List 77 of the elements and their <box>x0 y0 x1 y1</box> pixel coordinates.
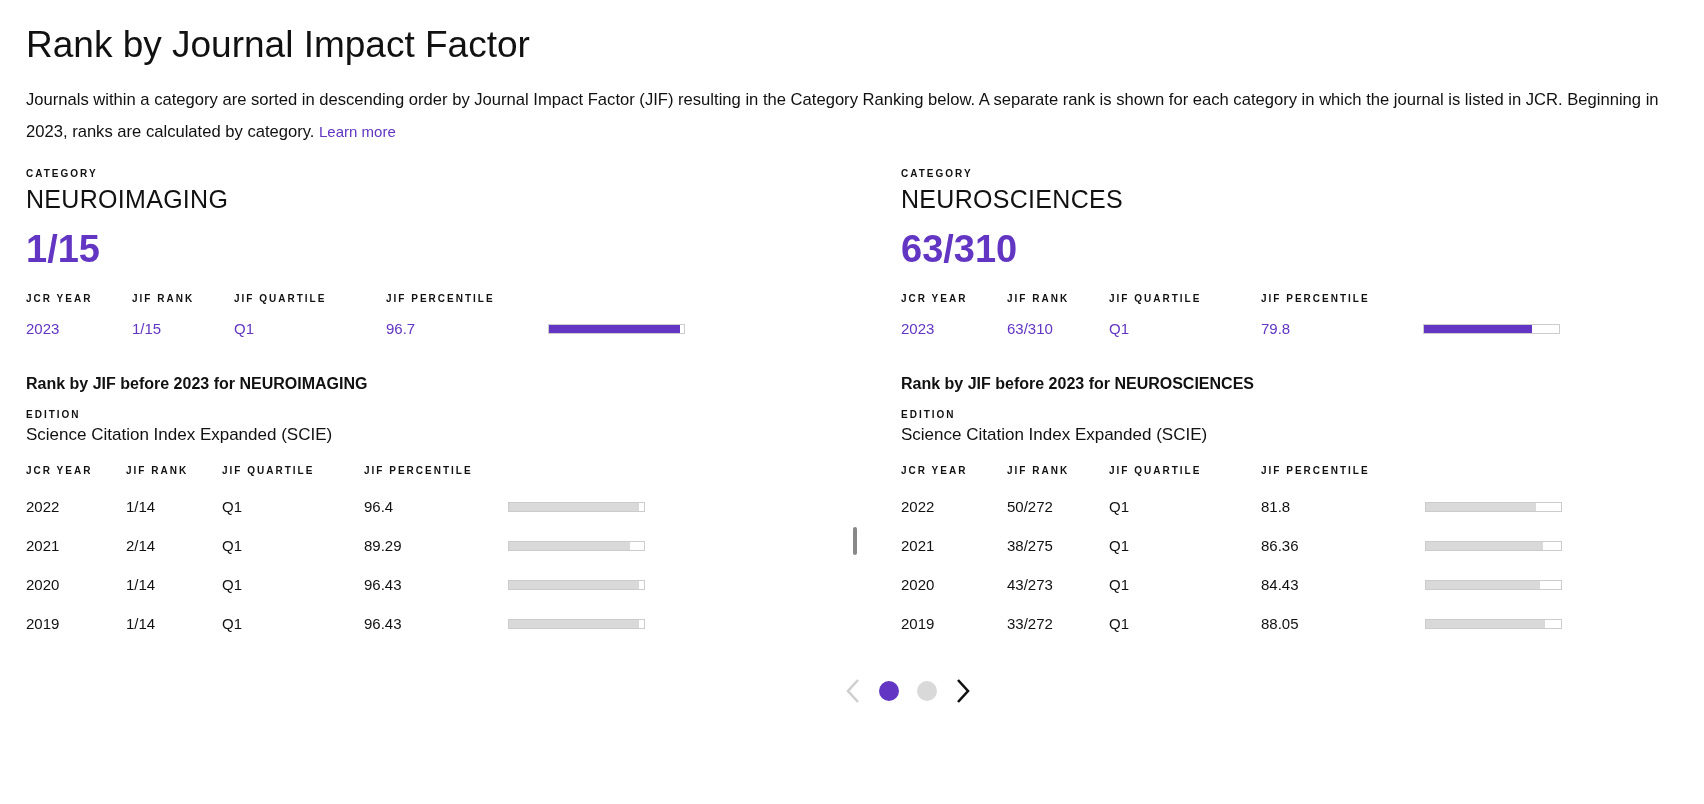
table-cell-text: Q1 <box>1109 498 1130 515</box>
table-cell-text: Q1 <box>1109 537 1130 554</box>
edition-name: Science Citation Index Expanded (SCIE) <box>26 425 334 445</box>
column-header: JCR YEAR <box>26 465 94 476</box>
column-header: JIF PERCENTILE <box>1261 293 1371 304</box>
scrollbar-thumb[interactable] <box>853 527 857 555</box>
table-cell-text: Q1 <box>222 615 243 632</box>
column-header: JIF QUARTILE <box>1109 465 1203 476</box>
description-text: Journals within a category are sorted in descending order by Journal Impact Factor (JIF) resulting in the Category Ranking below. A separate rank is shown for each category in which the journal is listed in JCR. Beginning in 2023, ranks are calculated by category. Learn more <box>26 89 1660 143</box>
history-heading: Rank by JIF before 2023 for NEUROIMAGING <box>26 375 369 393</box>
chevron-left-icon <box>845 678 861 704</box>
table-cell-text: 2019 <box>26 615 61 632</box>
table-cell-text: 2/14 <box>126 537 157 554</box>
table-cell-text: 2023 <box>901 320 936 337</box>
table-cell-text: 43/273 <box>1007 576 1054 593</box>
chevron-right-icon <box>955 678 971 704</box>
table-cell-text: 50/272 <box>1007 498 1054 515</box>
category-name: NEUROIMAGING <box>26 185 230 214</box>
table-cell-text: 1/14 <box>126 615 157 632</box>
table-cell-text: 2021 <box>26 537 61 554</box>
history-heading: Rank by JIF before 2023 for NEUROSCIENCES <box>901 375 1255 393</box>
column-header: JIF PERCENTILE <box>364 465 474 476</box>
table-cell-text: 96.4 <box>364 498 395 515</box>
column-header: JIF PERCENTILE <box>1261 465 1371 476</box>
column-header: JIF RANK <box>1007 465 1071 476</box>
table-cell-text: Q1 <box>234 320 255 337</box>
table-cell-text: Q1 <box>222 498 243 515</box>
column-header: JIF RANK <box>132 293 196 304</box>
table-cell-text: 63/310 <box>1007 320 1054 337</box>
table-cell-text: 2020 <box>26 576 61 593</box>
page-dot[interactable] <box>879 681 899 701</box>
table-cell-text: 86.36 <box>1261 537 1300 554</box>
column-header: JIF QUARTILE <box>222 465 316 476</box>
table-cell-text: 2019 <box>901 615 936 632</box>
table-cell-text: 38/275 <box>1007 537 1054 554</box>
table-cell-text: 96.43 <box>364 576 403 593</box>
table-cell-text: 1/14 <box>126 498 157 515</box>
table-cell-text: Q1 <box>222 576 243 593</box>
table-cell-text: 2022 <box>26 498 61 515</box>
table-cell-text: Q1 <box>1109 576 1130 593</box>
table-cell-text: 88.05 <box>1261 615 1300 632</box>
learn-more-link[interactable]: Learn more <box>319 123 396 140</box>
category-name: NEUROSCIENCES <box>901 185 1124 214</box>
table-cell-text: 96.43 <box>364 615 403 632</box>
category-label: CATEGORY <box>901 168 974 179</box>
table-cell-text: 33/272 <box>1007 615 1054 632</box>
table-cell-text: 84.43 <box>1261 576 1300 593</box>
column-header: JIF RANK <box>1007 293 1071 304</box>
table-cell-text: Q1 <box>1109 320 1130 337</box>
page-dot[interactable] <box>917 681 937 701</box>
column-header: JIF PERCENTILE <box>386 293 496 304</box>
column-header: JIF RANK <box>126 465 190 476</box>
column-header: JCR YEAR <box>901 293 969 304</box>
table-cell-text: 2020 <box>901 576 936 593</box>
table-cell-text: 79.8 <box>1261 320 1292 337</box>
page-title: Rank by Journal Impact Factor <box>26 24 531 66</box>
category-rank: 1/15 <box>26 228 101 271</box>
table-cell-text: 89.29 <box>364 537 403 554</box>
table-cell-text: Q1 <box>1109 615 1130 632</box>
table-cell-text: 2022 <box>901 498 936 515</box>
column-header: JCR YEAR <box>26 293 94 304</box>
edition-label: EDITION <box>901 409 957 420</box>
column-header: JCR YEAR <box>901 465 969 476</box>
category-label: CATEGORY <box>26 168 99 179</box>
edition-name: Science Citation Index Expanded (SCIE) <box>901 425 1209 445</box>
edition-label: EDITION <box>26 409 82 420</box>
category-rank: 63/310 <box>901 228 1019 271</box>
column-header: JIF QUARTILE <box>234 293 328 304</box>
table-cell-text: 1/15 <box>132 320 163 337</box>
next-button[interactable] <box>955 678 971 704</box>
table-cell-text: 81.8 <box>1261 498 1292 515</box>
table-cell-text: 2021 <box>901 537 936 554</box>
table-cell-text: Q1 <box>222 537 243 554</box>
column-header: JIF QUARTILE <box>1109 293 1203 304</box>
table-cell-text: 2023 <box>26 320 61 337</box>
table-cell-text: 96.7 <box>386 320 417 337</box>
table-cell-text: 1/14 <box>126 576 157 593</box>
